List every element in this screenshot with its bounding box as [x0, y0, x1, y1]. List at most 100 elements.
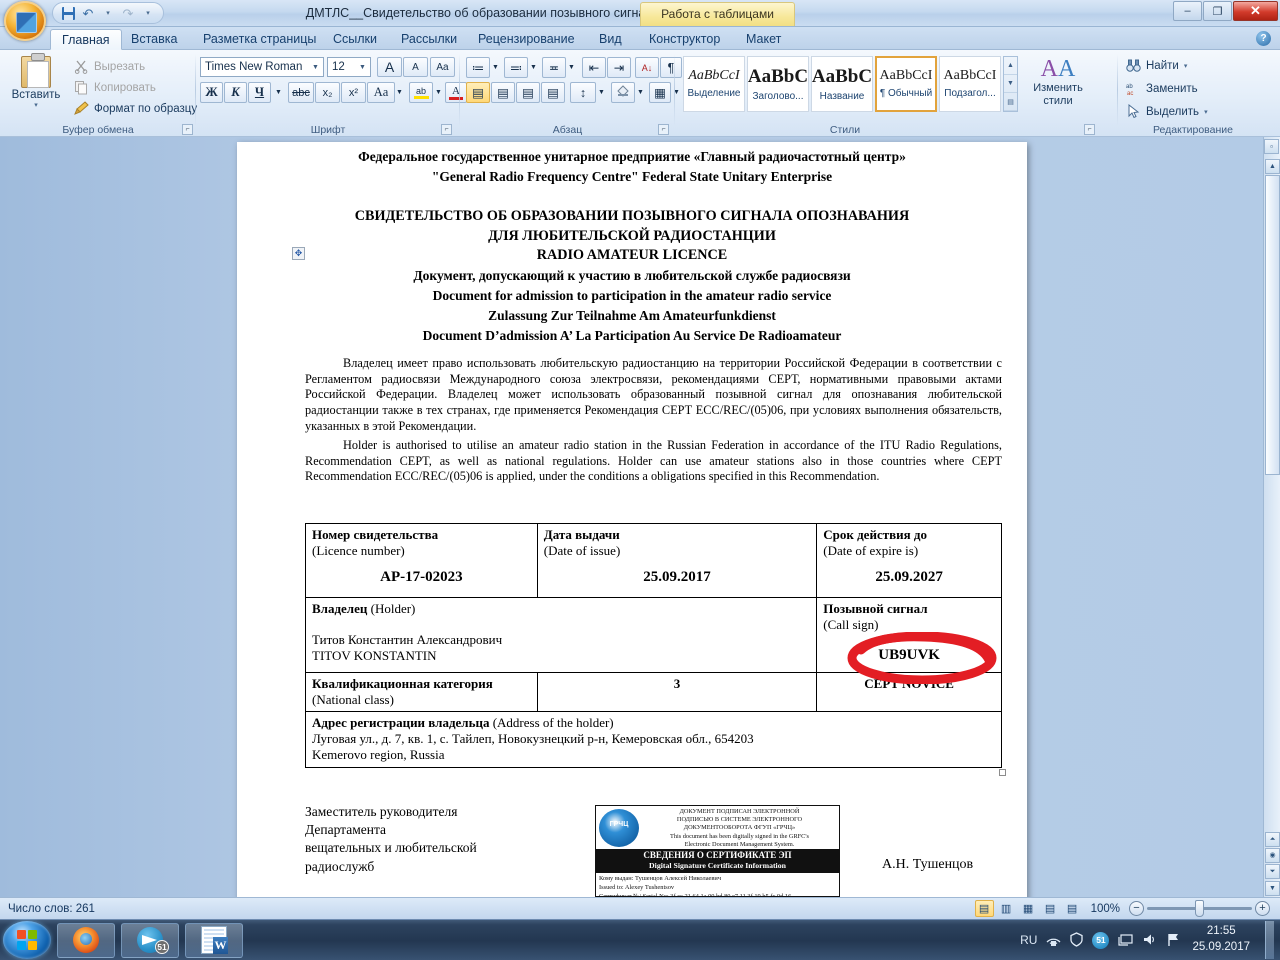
- bullets-dropdown[interactable]: ▼: [490, 57, 501, 78]
- display-icon[interactable]: [1118, 932, 1134, 949]
- styles-gallery-scroll[interactable]: ▲ ▼ ▤: [1003, 56, 1018, 112]
- cell-date-issue[interactable]: Дата выдачи (Date of issue) 25.09.2017: [536, 523, 818, 598]
- taskbar-item-telegram[interactable]: 51: [121, 922, 179, 958]
- multilevel-dropdown[interactable]: ▼: [566, 57, 577, 78]
- line-spacing-dropdown[interactable]: ▼: [596, 82, 607, 103]
- scroll-thumb[interactable]: [1265, 175, 1280, 475]
- tab-layout[interactable]: Макет: [735, 29, 792, 50]
- subscript-button[interactable]: x₂: [315, 82, 340, 103]
- change-styles-button[interactable]: AA Изменить стили: [1027, 56, 1089, 107]
- superscript-button[interactable]: x²: [341, 82, 366, 103]
- styles-more-button[interactable]: ▤: [1004, 93, 1017, 111]
- view-outline-button[interactable]: ▤: [1041, 900, 1060, 917]
- styles-dialog-launcher[interactable]: ⌐: [1084, 124, 1095, 135]
- shrink-font-button[interactable]: A: [403, 57, 428, 77]
- italic-button[interactable]: К: [224, 82, 247, 103]
- style-item-subtitle[interactable]: AaBbCcI Подзагол...: [939, 56, 1001, 112]
- clipboard-dialog-launcher[interactable]: ⌐: [182, 124, 193, 135]
- line-spacing-button[interactable]: ↕: [570, 82, 596, 103]
- zoom-slider-thumb[interactable]: [1195, 900, 1204, 917]
- word-count-label[interactable]: Число слов: 261: [8, 903, 95, 915]
- browse-prev-button[interactable]: ⏶: [1265, 832, 1280, 847]
- language-indicator[interactable]: RU: [1020, 933, 1037, 947]
- scroll-down-button[interactable]: ▼: [1265, 881, 1280, 896]
- show-desktop-button[interactable]: [1265, 921, 1274, 959]
- network-icon[interactable]: [1046, 932, 1061, 949]
- table-row[interactable]: Квалификационная категория (National cla…: [305, 672, 1002, 712]
- action-center-flag-icon[interactable]: [1166, 932, 1181, 949]
- cut-button[interactable]: Вырезать: [74, 59, 145, 74]
- cell-holder[interactable]: Владелец (Holder) Титов Константин Алекс…: [304, 597, 818, 673]
- clear-formatting-button[interactable]: Aa: [430, 57, 455, 77]
- style-item-heading1[interactable]: AaBbC Заголово...: [747, 56, 809, 112]
- underline-dropdown[interactable]: ▼: [272, 82, 285, 103]
- shading-dropdown[interactable]: ▼: [635, 82, 646, 103]
- text-highlight-button[interactable]: ab: [409, 82, 433, 103]
- maximize-button[interactable]: ❐: [1203, 1, 1232, 21]
- view-draft-button[interactable]: ▤: [1063, 900, 1082, 917]
- tab-references[interactable]: Ссылки: [322, 29, 388, 50]
- sort-button[interactable]: A↓: [635, 57, 659, 78]
- document-page[interactable]: ✥ Федеральное государственное унитарное …: [237, 142, 1027, 897]
- view-web-layout-button[interactable]: ▦: [1019, 900, 1038, 917]
- numbering-dropdown[interactable]: ▼: [528, 57, 539, 78]
- highlight-dropdown[interactable]: ▼: [433, 82, 444, 103]
- paragraph-dialog-launcher[interactable]: ⌐: [658, 124, 669, 135]
- cell-date-expire[interactable]: Срок действия до (Date of expire is) 25.…: [816, 523, 1002, 598]
- cell-class-label[interactable]: Квалификационная категория (National cla…: [305, 672, 538, 712]
- table-row[interactable]: Адрес регистрации владельца (Address of …: [305, 711, 1002, 768]
- licence-table[interactable]: Номер свидетельства (Licence number) АР-…: [304, 523, 1002, 768]
- cell-class-value[interactable]: 3: [536, 672, 818, 712]
- table-row[interactable]: Владелец (Holder) Титов Константин Алекс…: [304, 597, 1002, 673]
- view-print-layout-button[interactable]: ▤: [974, 900, 994, 917]
- align-right-button[interactable]: ▤: [516, 82, 540, 103]
- view-full-screen-reading-button[interactable]: ▥: [997, 900, 1016, 917]
- borders-button[interactable]: ▦: [649, 82, 671, 103]
- tab-page-layout[interactable]: Разметка страницы: [192, 29, 327, 50]
- shield-icon[interactable]: [1070, 931, 1084, 949]
- browse-object-button[interactable]: ◉: [1265, 848, 1280, 863]
- close-button[interactable]: ✕: [1233, 1, 1278, 21]
- tab-home[interactable]: Главная: [50, 29, 122, 50]
- cell-licence-number[interactable]: Номер свидетельства (Licence number) АР-…: [305, 523, 538, 598]
- minimize-button[interactable]: ‒: [1173, 1, 1202, 21]
- strikethrough-button[interactable]: abc: [288, 82, 314, 103]
- tab-mailings[interactable]: Рассылки: [390, 29, 468, 50]
- styles-scroll-down[interactable]: ▼: [1004, 75, 1017, 93]
- change-case-button[interactable]: Aa: [367, 82, 395, 103]
- increase-indent-button[interactable]: ⇥: [607, 57, 631, 78]
- align-center-button[interactable]: ▤: [491, 82, 515, 103]
- zoom-in-button[interactable]: +: [1255, 901, 1270, 916]
- justify-button[interactable]: ▤: [541, 82, 565, 103]
- zoom-out-button[interactable]: −: [1129, 901, 1144, 916]
- style-item-emphasis[interactable]: AaBbCcI Выделение: [683, 56, 745, 112]
- font-dialog-launcher[interactable]: ⌐: [441, 124, 452, 135]
- volume-icon[interactable]: [1142, 932, 1157, 949]
- numbering-button[interactable]: ≕: [504, 57, 528, 78]
- cell-address[interactable]: Адрес регистрации владельца (Address of …: [305, 711, 1002, 768]
- help-icon[interactable]: ?: [1256, 31, 1271, 46]
- table-resize-handle[interactable]: [999, 769, 1006, 776]
- replace-button[interactable]: ab ac Заменить: [1126, 81, 1198, 98]
- tab-insert[interactable]: Вставка: [120, 29, 188, 50]
- bullets-button[interactable]: ≔: [466, 57, 490, 78]
- office-button[interactable]: [4, 1, 46, 41]
- start-button[interactable]: [3, 921, 51, 959]
- select-browse-object-button[interactable]: ▫: [1264, 139, 1279, 154]
- taskbar-item-firefox[interactable]: [57, 922, 115, 958]
- styles-scroll-up[interactable]: ▲: [1004, 57, 1017, 75]
- clock[interactable]: 21:55 25.09.2017: [1190, 924, 1254, 955]
- find-button[interactable]: Найти ▾: [1126, 58, 1187, 73]
- browse-next-button[interactable]: ⏷: [1265, 864, 1280, 879]
- style-item-title[interactable]: AaBbC Название: [811, 56, 873, 112]
- paste-button[interactable]: Вставить ▾: [8, 53, 64, 120]
- vertical-scrollbar[interactable]: ▫ ▲ ⏶ ◉ ⏷ ▼: [1263, 137, 1280, 897]
- zoom-slider[interactable]: [1147, 900, 1252, 917]
- zoom-level-label[interactable]: 100%: [1091, 903, 1120, 915]
- multilevel-list-button[interactable]: ≖: [542, 57, 566, 78]
- select-button[interactable]: Выделить ▾: [1126, 103, 1208, 119]
- decrease-indent-button[interactable]: ⇤: [582, 57, 606, 78]
- cell-cept-value[interactable]: CEPT NOVICE: [816, 672, 1002, 712]
- bold-button[interactable]: Ж: [200, 82, 223, 103]
- change-case-dropdown[interactable]: ▼: [394, 82, 405, 103]
